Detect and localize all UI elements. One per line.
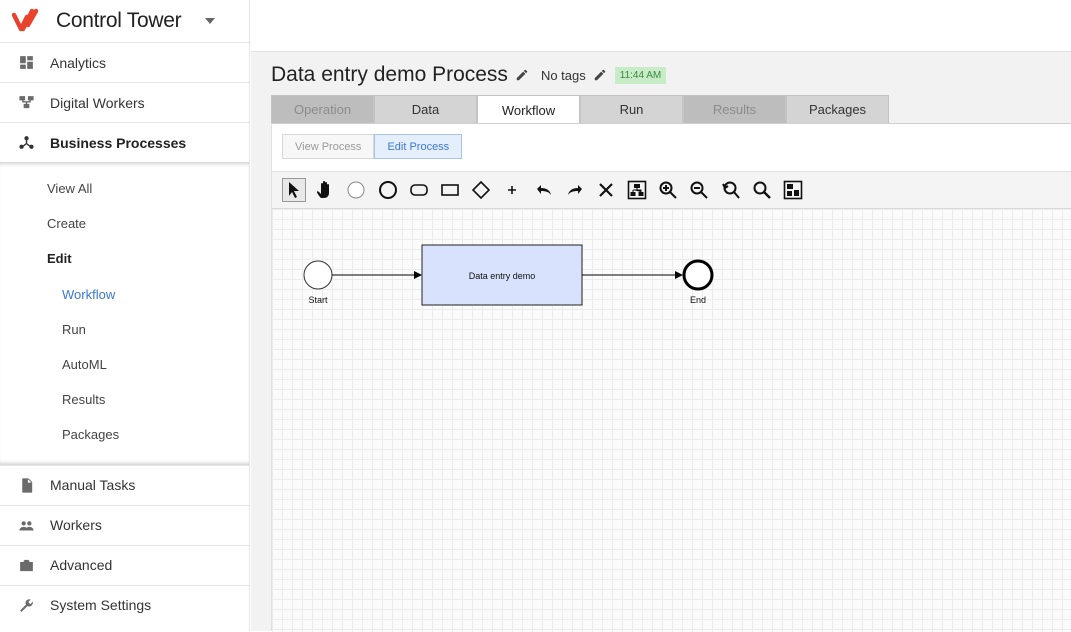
sidebar-item-workers[interactable]: Workers	[0, 504, 249, 545]
diagram-canvas[interactable]: Start Data entry demo End	[272, 209, 1071, 632]
hand-icon	[317, 181, 330, 198]
start-event-icon	[347, 181, 365, 199]
briefcase-icon	[20, 559, 33, 571]
delete-button[interactable]	[594, 178, 618, 202]
end-label: End	[690, 295, 706, 305]
document-icon	[22, 477, 33, 493]
mode-toggle: View Process Edit Process	[282, 134, 463, 159]
zoom-out-button[interactable]	[687, 178, 711, 202]
submenu-results[interactable]: Results	[0, 382, 249, 417]
redo-button[interactable]	[563, 178, 587, 202]
submenu-edit[interactable]: Edit	[0, 241, 249, 276]
sidebar: Control Tower Analytics Digital Workers …	[0, 0, 250, 631]
business-processes-submenu: View All Create Edit Workflow Run AutoML…	[0, 162, 249, 465]
people-icon	[19, 520, 34, 530]
zoom-fit-button[interactable]	[750, 178, 774, 202]
sidebar-item-analytics[interactable]: Analytics	[0, 42, 249, 82]
start-event[interactable]	[303, 260, 333, 290]
hand-tool[interactable]	[313, 178, 337, 202]
process-tabs: Operation Data Workflow Run Results Pack…	[271, 95, 889, 124]
zoom-out-icon	[690, 181, 709, 199]
sidebar-item-advanced[interactable]: Advanced	[0, 544, 249, 585]
sidebar-item-manual-tasks[interactable]: Manual Tasks	[0, 464, 249, 505]
submenu-workflow[interactable]: Workflow	[0, 277, 249, 312]
app-brand[interactable]: Control Tower	[0, 0, 249, 42]
main-content: Data entry demo Process No tags 11:44 AM…	[251, 52, 1071, 632]
dashboard-icon	[20, 56, 33, 69]
tab-packages[interactable]: Packages	[786, 95, 889, 123]
start-label: Start	[308, 295, 328, 305]
task-label: Data entry demo	[469, 271, 536, 281]
end-event-icon	[378, 181, 397, 199]
undo-icon	[536, 185, 551, 195]
pointer-tool[interactable]	[282, 178, 306, 202]
sidebar-item-label: Workers	[50, 517, 102, 533]
minimap-button[interactable]	[781, 178, 805, 202]
workflow-diagram: Start Data entry demo End	[303, 244, 714, 306]
edit-tags-pencil-icon[interactable]	[593, 68, 607, 82]
sidebar-item-label: Advanced	[50, 557, 113, 573]
minimap-icon	[783, 180, 803, 200]
edit-title-pencil-icon[interactable]	[515, 68, 529, 82]
auto-layout-icon	[627, 180, 647, 200]
submenu-packages[interactable]: Packages	[0, 417, 249, 452]
tab-data[interactable]: Data	[374, 95, 477, 123]
sidebar-item-business-processes[interactable]: Business Processes	[0, 122, 249, 162]
tags-label: No tags	[540, 67, 586, 83]
submenu-create[interactable]: Create	[0, 206, 249, 241]
rectangle-tool[interactable]	[438, 178, 462, 202]
app-title: Control Tower	[56, 9, 182, 32]
top-bar	[251, 0, 1071, 52]
add-tool[interactable]	[500, 178, 524, 202]
logo-icon	[12, 8, 39, 32]
tab-results[interactable]: Results	[683, 95, 786, 123]
sidebar-item-digital-workers[interactable]: Digital Workers	[0, 82, 249, 122]
zoom-in-icon	[659, 181, 677, 199]
submenu-automl[interactable]: AutoML	[0, 347, 249, 382]
plus-icon	[508, 186, 517, 194]
sidebar-item-label: Business Processes	[50, 134, 187, 151]
zoom-reset-icon	[721, 181, 740, 199]
rounded-task-icon	[409, 184, 428, 196]
sidebar-item-system-settings[interactable]: System Settings	[0, 584, 249, 625]
tab-operation[interactable]: Operation	[271, 95, 374, 123]
process-header: Data entry demo Process No tags 11:44 AM	[271, 63, 667, 87]
edit-process-button[interactable]: Edit Process	[374, 134, 463, 159]
redo-icon	[567, 185, 582, 195]
zoom-reset-button[interactable]	[719, 178, 743, 202]
gateway-icon	[471, 180, 491, 200]
zoom-in-button[interactable]	[656, 178, 680, 202]
chevron-down-icon[interactable]	[205, 18, 216, 24]
timestamp-badge: 11:44 AM	[614, 66, 667, 84]
submenu-run[interactable]: Run	[0, 312, 249, 347]
diagram-toolbar	[272, 171, 1071, 209]
sidebar-item-label: System Settings	[50, 597, 152, 613]
task-tool[interactable]	[407, 178, 431, 202]
rectangle-icon	[441, 184, 459, 196]
end-event-tool[interactable]	[376, 178, 400, 202]
wrench-icon	[20, 598, 33, 612]
end-event[interactable]	[682, 259, 714, 291]
start-event-tool[interactable]	[344, 178, 368, 202]
pointer-icon	[289, 182, 299, 198]
zoom-fit-icon	[753, 181, 771, 199]
tab-workflow[interactable]: Workflow	[477, 95, 580, 124]
undo-button[interactable]	[532, 178, 556, 202]
process-icon	[19, 136, 34, 149]
workflow-panel: View Process Edit Process Start Data ent…	[271, 123, 1071, 632]
page-title: Data entry demo Process	[271, 63, 508, 86]
sidebar-item-label: Analytics	[50, 54, 107, 71]
auto-layout-button[interactable]	[625, 178, 649, 202]
tab-run[interactable]: Run	[580, 95, 683, 123]
delete-icon	[599, 183, 613, 197]
submenu-view-all[interactable]: View All	[0, 171, 249, 206]
gateway-tool[interactable]	[469, 178, 493, 202]
view-process-button[interactable]: View Process	[282, 134, 375, 159]
sidebar-item-label: Manual Tasks	[50, 477, 136, 493]
sidebar-item-label: Digital Workers	[50, 94, 145, 111]
hierarchy-icon	[19, 96, 34, 109]
